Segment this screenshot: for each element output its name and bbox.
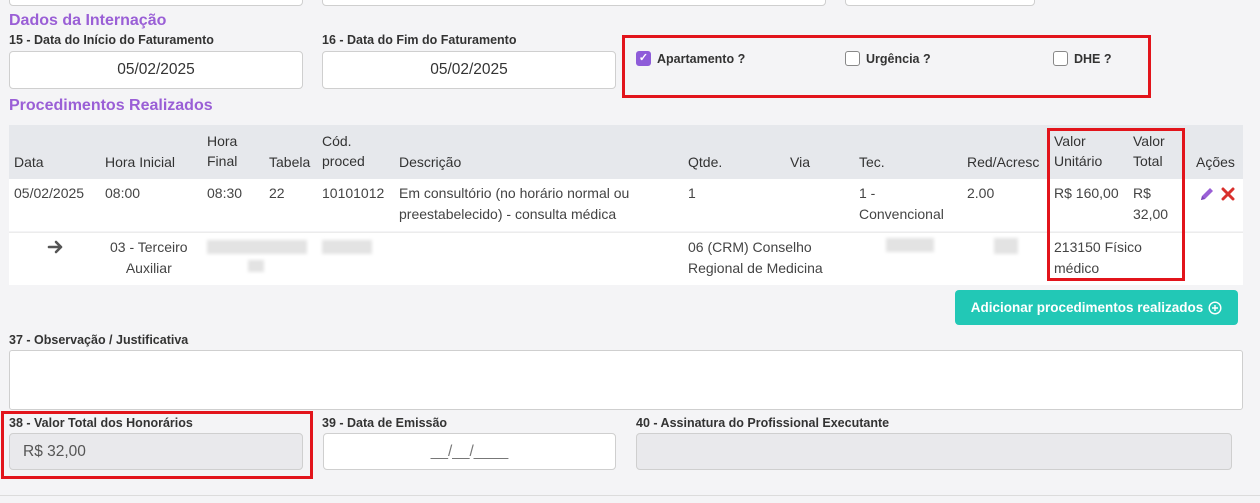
col-header-via: Via — [790, 154, 810, 170]
previous-field-stub-2 — [322, 0, 826, 6]
cell-data: 05/02/2025 — [14, 185, 85, 201]
col-header-valor-total: Valor Total — [1133, 131, 1165, 171]
redacted-name-2 — [248, 260, 264, 272]
checkbox-empty-icon — [1053, 51, 1068, 66]
col-header-qtde: Qtde. — [688, 154, 723, 170]
data-emissao-label: 39 - Data de Emissão — [322, 416, 448, 430]
cell-tec-line1: 1 - — [859, 185, 876, 201]
assinatura-field — [636, 433, 1232, 470]
col-header-acoes: Ações — [1196, 154, 1235, 170]
cell-conselho-line2: Regional de Medicina — [688, 260, 823, 276]
col-header-valor-unit-line2: Unitário — [1054, 153, 1103, 169]
cell-cbo-line2: médico — [1054, 260, 1100, 276]
cell-valor-total: R$ 32,00 — [1133, 183, 1168, 225]
redacted-uf — [994, 238, 1018, 254]
apartamento-label: Apartamento ? — [657, 51, 746, 66]
cell-descricao: Em consultório (no horário normal ou pre… — [399, 183, 629, 225]
cell-descricao-line1: Em consultório (no horário normal ou — [399, 185, 630, 201]
cell-conselho: 06 (CRM) Conselho Regional de Medicina — [688, 237, 823, 279]
data-emissao-field[interactable]: __/__/____ — [323, 433, 616, 470]
observacao-textarea[interactable] — [9, 350, 1243, 410]
col-header-hora-final-line1: Hora — [207, 133, 238, 149]
cell-red-acresc: 2.00 — [967, 185, 995, 201]
col-header-cod-line1: Cód. — [322, 133, 352, 149]
bottom-divider — [0, 495, 1260, 496]
close-icon[interactable] — [1221, 187, 1235, 201]
adicionar-procedimentos-button[interactable]: Adicionar procedimentos realizados — [955, 290, 1238, 325]
col-header-valor-unitario: Valor Unitário — [1054, 131, 1102, 171]
section-title-internacao: Dados da Internação — [9, 12, 167, 29]
urgencia-label: Urgência ? — [866, 51, 931, 66]
cell-cbo: 213150 Físico médico — [1054, 237, 1142, 279]
cell-tabela: 22 — [269, 185, 285, 201]
cell-grau-participacao: 03 - Terceiro Auxiliar — [110, 237, 188, 279]
valor-total-honorarios-label: 38 - Valor Total dos Honorários — [9, 416, 193, 430]
cell-descricao-line2: preestabelecido) - consulta médica — [399, 206, 617, 222]
previous-field-stub-1 — [9, 0, 303, 6]
cell-valor-unitario: R$ 160,00 — [1054, 185, 1119, 201]
col-header-data: Data — [14, 154, 44, 170]
cell-qtde: 1 — [688, 185, 696, 201]
dhe-checkbox[interactable]: DHE ? — [1053, 51, 1112, 66]
plus-circle-icon — [1208, 300, 1222, 315]
urgencia-checkbox[interactable]: Urgência ? — [845, 51, 931, 66]
assinatura-label: 40 - Assinatura do Profissional Executan… — [636, 416, 890, 430]
arrow-right-icon — [47, 239, 65, 255]
col-header-tabela: Tabela — [269, 154, 311, 170]
redacted-numero-conselho — [886, 238, 934, 252]
previous-field-stub-3 — [845, 0, 1035, 6]
cell-valor-total-line1: R$ — [1133, 185, 1151, 201]
col-header-hora-inicial: Hora Inicial — [105, 154, 176, 170]
inicio-faturamento-label: 15 - Data do Início do Faturamento — [9, 33, 214, 47]
apartamento-checkbox[interactable]: ✓ Apartamento ? — [636, 51, 745, 66]
cell-conselho-line1: 06 (CRM) Conselho — [688, 239, 812, 255]
col-header-tec: Tec. — [859, 154, 885, 170]
adicionar-button-label: Adicionar procedimentos realizados — [970, 300, 1204, 315]
col-header-valor-total-line2: Total — [1133, 153, 1163, 169]
observacao-label: 37 - Observação / Justificativa — [9, 333, 189, 347]
col-header-valor-unit-line1: Valor — [1054, 133, 1086, 149]
cell-cod-proced: 10101012 — [322, 185, 385, 201]
section-title-procedimentos: Procedimentos Realizados — [9, 97, 213, 114]
cell-valor-total-line2: 32,00 — [1133, 206, 1169, 222]
col-header-descricao: Descrição — [399, 154, 462, 170]
dhe-label: DHE ? — [1074, 51, 1112, 66]
fim-faturamento-field[interactable]: 05/02/2025 — [322, 51, 616, 89]
checkbox-checked-icon: ✓ — [636, 51, 651, 66]
redacted-document — [322, 240, 372, 254]
fim-faturamento-label: 16 - Data do Fim do Faturamento — [322, 33, 517, 47]
inicio-faturamento-field[interactable]: 05/02/2025 — [9, 51, 303, 89]
cell-grau-line1: 03 - Terceiro — [110, 239, 188, 255]
col-header-hora-final-line2: Final — [207, 153, 238, 169]
highlight-box-checkboxes — [622, 35, 1151, 98]
cell-tec-line2: Convencional — [859, 206, 944, 222]
col-header-cod-line2: proced — [322, 153, 365, 169]
valor-total-honorarios-field: R$ 32,00 — [9, 433, 303, 470]
cell-hora-final: 08:30 — [207, 185, 243, 201]
col-header-valor-total-line1: Valor — [1133, 133, 1165, 149]
col-header-cod-proced: Cód. proced — [322, 131, 365, 171]
cell-cbo-line1: 213150 Físico — [1054, 239, 1142, 255]
col-header-hora-final: Hora Final — [207, 131, 237, 171]
pencil-icon[interactable] — [1199, 186, 1215, 202]
col-header-red-acresc: Red/Acresc — [967, 154, 1040, 170]
cell-hora-inicial: 08:00 — [105, 185, 141, 201]
cell-tec: 1 - Convencional — [859, 183, 944, 225]
cell-grau-line2: Auxiliar — [125, 260, 172, 276]
redacted-name-1 — [207, 240, 307, 254]
checkbox-empty-icon — [845, 51, 860, 66]
